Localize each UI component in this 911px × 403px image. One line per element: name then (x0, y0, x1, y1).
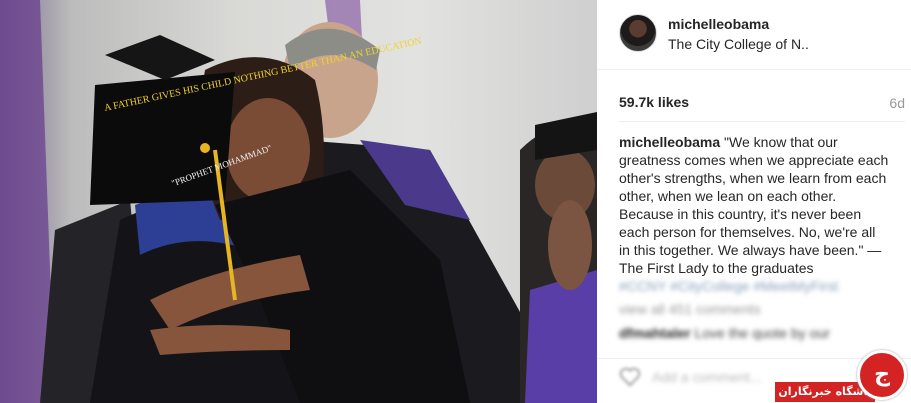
divider (619, 121, 905, 122)
comment-item: dfmahtaler Love the quote by our (619, 325, 830, 341)
view-all-comments-link[interactable]: view all 451 comments (619, 301, 761, 317)
post-caption: michelleobama "We know that our greatnes… (619, 133, 889, 277)
photo-illustration: A FATHER GIVES HIS CHILD NOTHING BETTER … (0, 0, 597, 403)
post-photo[interactable]: A FATHER GIVES HIS CHILD NOTHING BETTER … (0, 0, 597, 403)
comment-username[interactable]: dfmahtaler (619, 325, 691, 341)
location-link[interactable]: The City College of N.. (668, 36, 809, 52)
post-sidebar: michelleobama The City College of N.. 59… (597, 0, 911, 403)
site-watermark: باشگاه خبرنگاران ج (775, 350, 909, 402)
add-comment-input[interactable]: Add a comment... (652, 369, 762, 385)
post-header: michelleobama The City College of N.. (597, 0, 911, 70)
caption-username[interactable]: michelleobama (619, 134, 720, 150)
post-age: 6d (889, 95, 905, 111)
comment-text: Love the quote by our (694, 325, 830, 341)
caption-text: "We know that our greatness comes when w… (619, 134, 889, 276)
like-count[interactable]: 59.7k likes (619, 94, 689, 110)
watermark-logo-glyph: ج (874, 362, 890, 387)
caption-hashtags[interactable]: #CCNY #CityCollege #MeetMyFirst (619, 277, 889, 295)
username-link[interactable]: michelleobama (668, 16, 769, 32)
heart-icon[interactable] (619, 367, 641, 387)
avatar[interactable] (619, 14, 657, 52)
logo-icon: ج (857, 350, 907, 400)
